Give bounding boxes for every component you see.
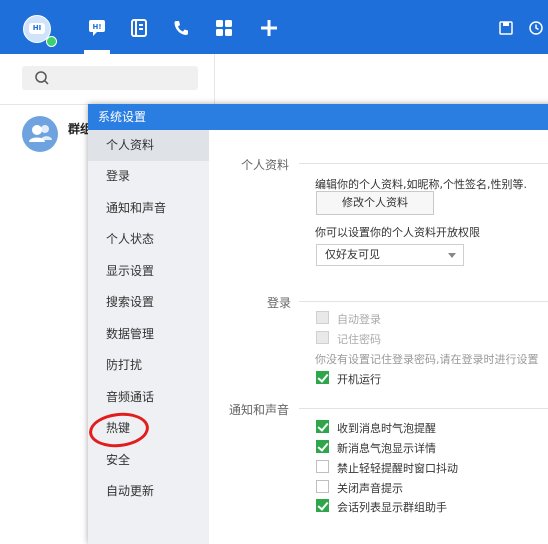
- notify-label-1: 收到消息时气泡提醒: [337, 422, 436, 435]
- settings-content: 个人资料 编辑你的个人资料,如昵称,个性签名,性别等. 修改个人资料 你可以设置…: [209, 130, 548, 544]
- search-icon: [35, 71, 49, 85]
- remember-password-checkbox[interactable]: [316, 331, 329, 344]
- svg-text:H!: H!: [92, 23, 101, 31]
- avatar-logo: HI: [29, 23, 45, 34]
- startup-label: 开机运行: [337, 373, 381, 386]
- permission-label: 你可以设置你的个人资料开放权限: [315, 226, 480, 239]
- chevron-down-icon: [448, 253, 456, 258]
- remember-password-label: 记住密码: [337, 333, 381, 346]
- permission-select[interactable]: 仅好友可见: [316, 244, 464, 266]
- notify-checkbox-4[interactable]: [316, 480, 329, 493]
- notify-checkbox-1[interactable]: [316, 420, 329, 433]
- group-avatar[interactable]: [22, 116, 58, 152]
- dialog-title[interactable]: 系统设置: [88, 104, 548, 130]
- notify-checkbox-2[interactable]: [316, 440, 329, 453]
- nav-item-dnd[interactable]: 防打扰: [88, 350, 209, 381]
- nav-item-data[interactable]: 数据管理: [88, 319, 209, 350]
- nav-item-status[interactable]: 个人状态: [88, 224, 209, 255]
- profile-description: 编辑你的个人资料,如昵称,个性签名,性别等.: [315, 178, 527, 191]
- nav-item-auto-update[interactable]: 自动更新: [88, 476, 209, 507]
- save-icon[interactable]: [498, 20, 514, 36]
- login-note: 你没有设置记住登录密码,请在登录时进行设置: [315, 353, 539, 366]
- section-divider: [299, 301, 548, 302]
- auto-login-label: 自动登录: [337, 313, 381, 326]
- nav-item-display[interactable]: 显示设置: [88, 256, 209, 287]
- add-icon[interactable]: [259, 18, 279, 38]
- section-label-login: 登录: [267, 296, 292, 310]
- edit-profile-button[interactable]: 修改个人资料: [316, 191, 434, 215]
- nav-item-audio-call[interactable]: 音频通话: [88, 382, 209, 413]
- nav-item-login[interactable]: 登录: [88, 161, 209, 192]
- auto-login-checkbox[interactable]: [316, 311, 329, 324]
- notify-label-4: 关闭声音提示: [337, 482, 403, 495]
- contacts-icon[interactable]: [129, 18, 149, 38]
- notify-checkbox-3[interactable]: [316, 460, 329, 473]
- section-divider: [299, 408, 548, 409]
- nav-item-notify[interactable]: 通知和声音: [88, 193, 209, 224]
- startup-checkbox[interactable]: [316, 371, 329, 384]
- top-bar: HI H!: [0, 0, 548, 54]
- section-label-notify: 通知和声音: [229, 403, 290, 417]
- phone-icon[interactable]: [171, 18, 191, 38]
- nav-item-security[interactable]: 安全: [88, 445, 209, 476]
- section-label-profile: 个人资料: [241, 158, 290, 172]
- notify-label-3: 禁止轻轻提醒时窗口抖动: [337, 462, 458, 475]
- notify-checkbox-5[interactable]: [316, 499, 329, 512]
- history-icon[interactable]: [528, 20, 544, 36]
- nav-item-profile[interactable]: 个人资料: [88, 130, 209, 161]
- notify-label-2: 新消息气泡显示详情: [337, 442, 436, 455]
- group-people-icon: [29, 125, 52, 142]
- settings-dialog: 系统设置 个人资料 登录 通知和声音 个人状态 显示设置 搜索设置 数据管理 防…: [88, 104, 548, 544]
- nav-item-search[interactable]: 搜索设置: [88, 287, 209, 318]
- notify-label-5: 会话列表显示群组助手: [337, 501, 447, 514]
- permission-select-value: 仅好友可见: [325, 248, 380, 261]
- section-divider: [299, 163, 548, 164]
- settings-nav: 个人资料 登录 通知和声音 个人状态 显示设置 搜索设置 数据管理 防打扰 音频…: [88, 130, 209, 544]
- chat-icon[interactable]: H!: [87, 18, 107, 38]
- apps-icon[interactable]: [214, 18, 234, 38]
- online-status-dot: [46, 36, 57, 47]
